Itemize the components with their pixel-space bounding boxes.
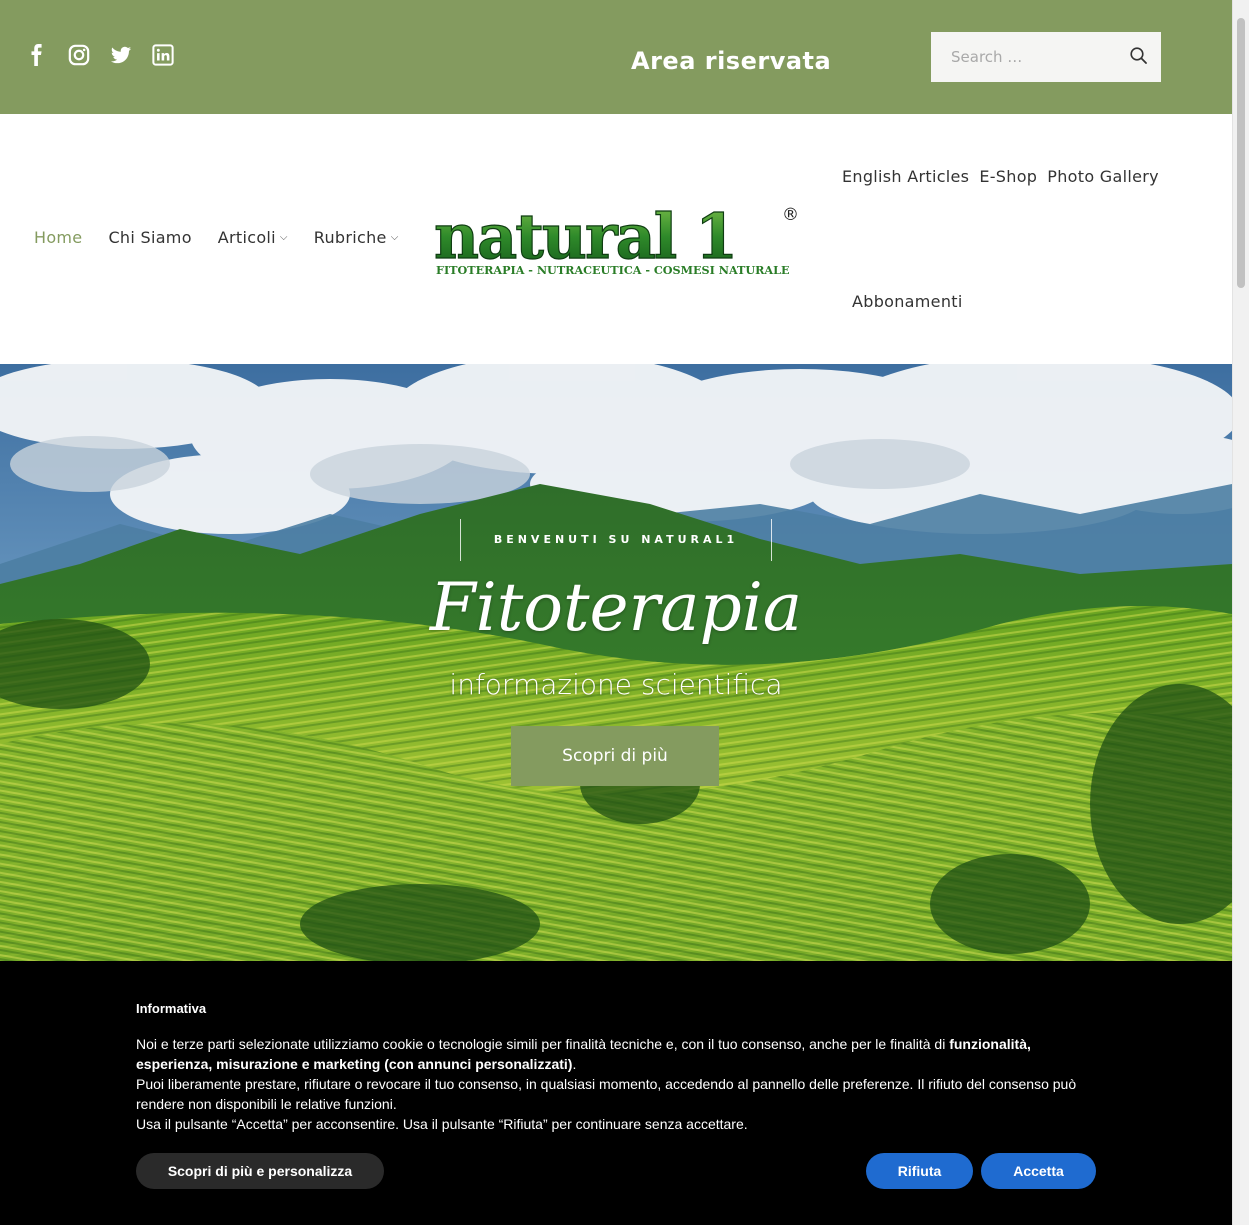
nav-rubriche-label: Rubriche xyxy=(313,228,387,247)
site-header: Home Chi Siamo Articoli ⌵ Rubriche ⌵ natur… xyxy=(0,114,1232,364)
nav-abbonamenti-label: Abbonamenti xyxy=(852,292,963,311)
nav-abbonamenti[interactable]: Abbonamenti xyxy=(852,292,963,311)
cookie-paragraph-3: Usa il pulsante “Accetta” per acconsenti… xyxy=(136,1116,748,1132)
instagram-icon[interactable] xyxy=(68,42,90,68)
cookie-p1-start: Noi e terze parti selezionate utilizziam… xyxy=(136,1036,950,1052)
cookie-reject-button[interactable]: Rifiuta xyxy=(866,1153,973,1189)
cookie-paragraph-1: Noi e terze parti selezionate utilizziam… xyxy=(136,1034,1096,1074)
nav-articoli-label: Articoli xyxy=(217,228,276,247)
hero-title: Fitoterapia xyxy=(429,569,803,646)
logo-tagline: FITOTERAPIA - NUTRACEUTICA - COSMESI NAT… xyxy=(436,263,789,277)
chevron-down-icon: ⌵ xyxy=(390,232,399,243)
cookie-accept-button[interactable]: Accetta xyxy=(981,1153,1096,1189)
top-bar: Area riservata xyxy=(0,0,1232,114)
hero-subtitle: informazione scientifica xyxy=(449,668,783,701)
site-logo[interactable]: natural 1 ® FITOTERAPIA - NUTRACEUTICA -… xyxy=(432,199,802,280)
search-box xyxy=(931,32,1161,82)
scrollbar-thumb[interactable] xyxy=(1237,18,1245,288)
chevron-down-icon: ⌵ xyxy=(279,232,288,243)
search-input[interactable] xyxy=(931,32,1116,82)
nav-english-articles-label: English Articles xyxy=(842,167,970,186)
nav-e-shop[interactable]: E-Shop xyxy=(979,167,1037,186)
nav-articoli[interactable]: Articoli ⌵ xyxy=(218,228,288,247)
nav-photo-gallery-label: Photo Gallery xyxy=(1047,167,1159,186)
search-icon[interactable] xyxy=(1129,46,1149,66)
hero-section: BENVENUTI SU NATURAL1 Fitoterapia inform… xyxy=(0,364,1232,964)
hero-landscape-image xyxy=(0,364,1232,964)
cookie-customize-button[interactable]: Scopri di più e personalizza xyxy=(136,1153,384,1189)
area-riservata-link[interactable]: Area riservata xyxy=(631,47,831,75)
facebook-icon[interactable] xyxy=(26,42,48,68)
cookie-text: Noi e terze parti selezionate utilizziam… xyxy=(136,1034,1096,1134)
nav-chi-siamo[interactable]: Chi Siamo xyxy=(108,228,191,247)
cookie-title: Informativa xyxy=(136,1001,207,1016)
linkedin-icon[interactable] xyxy=(152,42,174,68)
nav-e-shop-label: E-Shop xyxy=(979,167,1038,186)
social-links xyxy=(26,42,174,68)
nav-photo-gallery[interactable]: Photo Gallery xyxy=(1047,167,1159,186)
main-nav-right: English Articles E-Shop Photo Gallery xyxy=(842,167,1169,186)
registered-mark: ® xyxy=(782,205,799,225)
nav-chi-siamo-label: Chi Siamo xyxy=(108,228,192,247)
hero-kicker: BENVENUTI SU NATURAL1 xyxy=(460,519,772,561)
cookie-p1-end: . xyxy=(572,1056,577,1072)
cookie-banner: Informativa Noi e terze parti selezionat… xyxy=(0,961,1232,1225)
nav-home[interactable]: Home xyxy=(34,228,82,247)
main-nav-left: Home Chi Siamo Articoli ⌵ Rubriche ⌵ xyxy=(34,228,425,247)
page-scrollbar[interactable] xyxy=(1232,0,1249,1225)
twitter-icon[interactable] xyxy=(110,42,132,68)
nav-english-articles[interactable]: English Articles xyxy=(842,167,969,186)
nav-rubriche[interactable]: Rubriche ⌵ xyxy=(314,228,399,247)
nav-home-label: Home xyxy=(34,228,83,247)
cookie-paragraph-2: Puoi liberamente prestare, rifiutare o r… xyxy=(136,1076,1077,1112)
hero-cta-button[interactable]: Scopri di più xyxy=(511,726,719,786)
